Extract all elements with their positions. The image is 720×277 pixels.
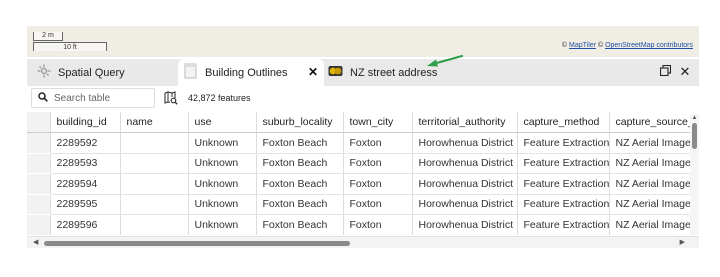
spatial-query-icon — [37, 64, 51, 81]
table-cell: Foxton Beach — [256, 132, 344, 154]
table-cell: Foxton Beach — [256, 173, 344, 195]
table-cell: Foxton — [343, 132, 413, 154]
search-box[interactable] — [31, 88, 155, 108]
table-row[interactable]: 2289592 Unknown Foxton Beach Foxton Horo… — [27, 132, 699, 154]
attribute-table: building_id name use suburb_locality tow… — [27, 112, 699, 235]
table-cell: Foxton — [343, 214, 413, 235]
tab-label: Spatial Query — [58, 66, 125, 79]
table-cell: 2289593 — [50, 153, 121, 174]
column-header[interactable]: territorial_authority — [412, 112, 518, 133]
table-cell — [120, 214, 189, 235]
table-toolbar: 42,872 features — [27, 86, 699, 112]
table-cell — [120, 194, 189, 215]
tab-building-outlines[interactable]: Building Outlines — [178, 59, 324, 86]
vertical-scroll-thumb[interactable] — [692, 123, 697, 149]
table-cell: Horowhenua District — [412, 153, 518, 174]
tab-label: Building Outlines — [205, 66, 288, 79]
annotation-arrow-icon — [427, 54, 464, 67]
table-cell — [120, 132, 189, 154]
column-header[interactable]: capture_method — [517, 112, 610, 133]
column-header[interactable]: use — [188, 112, 257, 133]
table-row[interactable]: 2289593 Unknown Foxton Beach Foxton Horo… — [27, 153, 699, 174]
table-header-row: building_id name use suburb_locality tow… — [27, 112, 699, 133]
table-cell: 2289596 — [50, 214, 121, 235]
table-cell: Feature Extraction — [517, 153, 610, 174]
map-view[interactable]: 2 m 10 ft © MapTiler © OpenStreetMap con… — [27, 26, 699, 57]
openstreetmap-link[interactable]: OpenStreetMap contributors — [605, 42, 693, 49]
column-header[interactable]: town_city — [343, 112, 413, 133]
table-cell: Foxton Beach — [256, 153, 344, 174]
maptiler-link[interactable]: MapTiler — [569, 42, 596, 49]
table-cell: Foxton Beach — [256, 214, 344, 235]
table-cell: Horowhenua District — [412, 194, 518, 215]
table-cell: NZ Aerial Imager — [609, 132, 699, 154]
table-cell: Feature Extraction — [517, 132, 610, 154]
table-cell: 2289595 — [50, 194, 121, 215]
row-select-cell[interactable] — [27, 194, 51, 215]
scale-metric: 2 m — [33, 32, 63, 41]
table-cell: Horowhenua District — [412, 173, 518, 195]
table-cell: Feature Extraction — [517, 214, 610, 235]
table-cell: Horowhenua District — [412, 214, 518, 235]
table-cell: Unknown — [188, 214, 257, 235]
map-attribution: © MapTiler © OpenStreetMap contributors — [561, 42, 693, 49]
map-scale-bar: 2 m 10 ft — [33, 32, 107, 52]
column-header[interactable]: building_id — [50, 112, 121, 133]
close-panel-icon[interactable]: ✕ — [677, 64, 693, 80]
row-select-cell[interactable] — [27, 173, 51, 195]
close-tab-icon[interactable]: ✕ — [306, 65, 320, 79]
table-cell: Foxton — [343, 173, 413, 195]
table-cell: NZ Aerial Imager — [609, 153, 699, 174]
table-cell: Unknown — [188, 153, 257, 174]
open-in-window-icon[interactable] — [657, 64, 673, 80]
table-cell: NZ Aerial Imager — [609, 194, 699, 215]
table-row[interactable]: 2289596 Unknown Foxton Beach Foxton Horo… — [27, 214, 699, 235]
table-row[interactable]: 2289594 Unknown Foxton Beach Foxton Horo… — [27, 173, 699, 195]
table-cell: 2289594 — [50, 173, 121, 195]
table-cell: Unknown — [188, 132, 257, 154]
search-input[interactable] — [54, 92, 150, 104]
table-cell: Foxton — [343, 153, 413, 174]
address-layer-icon — [328, 65, 343, 80]
search-icon — [38, 89, 48, 107]
column-header[interactable]: capture_source_ — [609, 112, 699, 133]
building-layer-icon — [184, 63, 198, 82]
table-cell: Feature Extraction — [517, 194, 610, 215]
scroll-up-icon[interactable]: ▲ — [690, 114, 699, 122]
table-cell: Unknown — [188, 173, 257, 195]
table-cell: Foxton Beach — [256, 194, 344, 215]
row-select-cell[interactable] — [27, 132, 51, 154]
scroll-right-icon[interactable]: ▶ — [680, 238, 685, 246]
feature-count: 42,872 features — [188, 93, 251, 103]
layer-tab-bar: Spatial Query Building Outlines ✕ NZ str… — [27, 59, 699, 86]
column-header[interactable]: suburb_locality — [256, 112, 344, 133]
table-cell: Feature Extraction — [517, 173, 610, 195]
table-cell: Unknown — [188, 194, 257, 215]
tab-spatial-query[interactable]: Spatial Query — [27, 59, 177, 86]
table-cell: 2289592 — [50, 132, 121, 154]
table-row[interactable]: 2289595 Unknown Foxton Beach Foxton Horo… — [27, 194, 699, 215]
table-cell: Horowhenua District — [412, 132, 518, 154]
scroll-left-icon[interactable]: ◀ — [33, 238, 38, 246]
zoom-to-features-icon[interactable] — [164, 91, 178, 105]
scale-imperial: 10 ft — [33, 42, 107, 51]
table-cell — [120, 173, 189, 195]
table-cell — [120, 153, 189, 174]
column-header[interactable]: name — [120, 112, 189, 133]
table-cell: NZ Aerial Imager — [609, 173, 699, 195]
table-cell: NZ Aerial Imager — [609, 214, 699, 235]
select-all-cell[interactable] — [27, 112, 51, 133]
attribute-table-panel: 2 m 10 ft © MapTiler © OpenStreetMap con… — [27, 26, 699, 250]
table-cell: Foxton — [343, 194, 413, 215]
row-select-cell[interactable] — [27, 153, 51, 174]
vertical-scrollbar[interactable]: ▲ — [690, 114, 699, 235]
horizontal-scrollbar[interactable]: ◀ ▶ — [27, 236, 699, 248]
row-select-cell[interactable] — [27, 214, 51, 235]
horizontal-scroll-thumb[interactable] — [44, 241, 350, 246]
